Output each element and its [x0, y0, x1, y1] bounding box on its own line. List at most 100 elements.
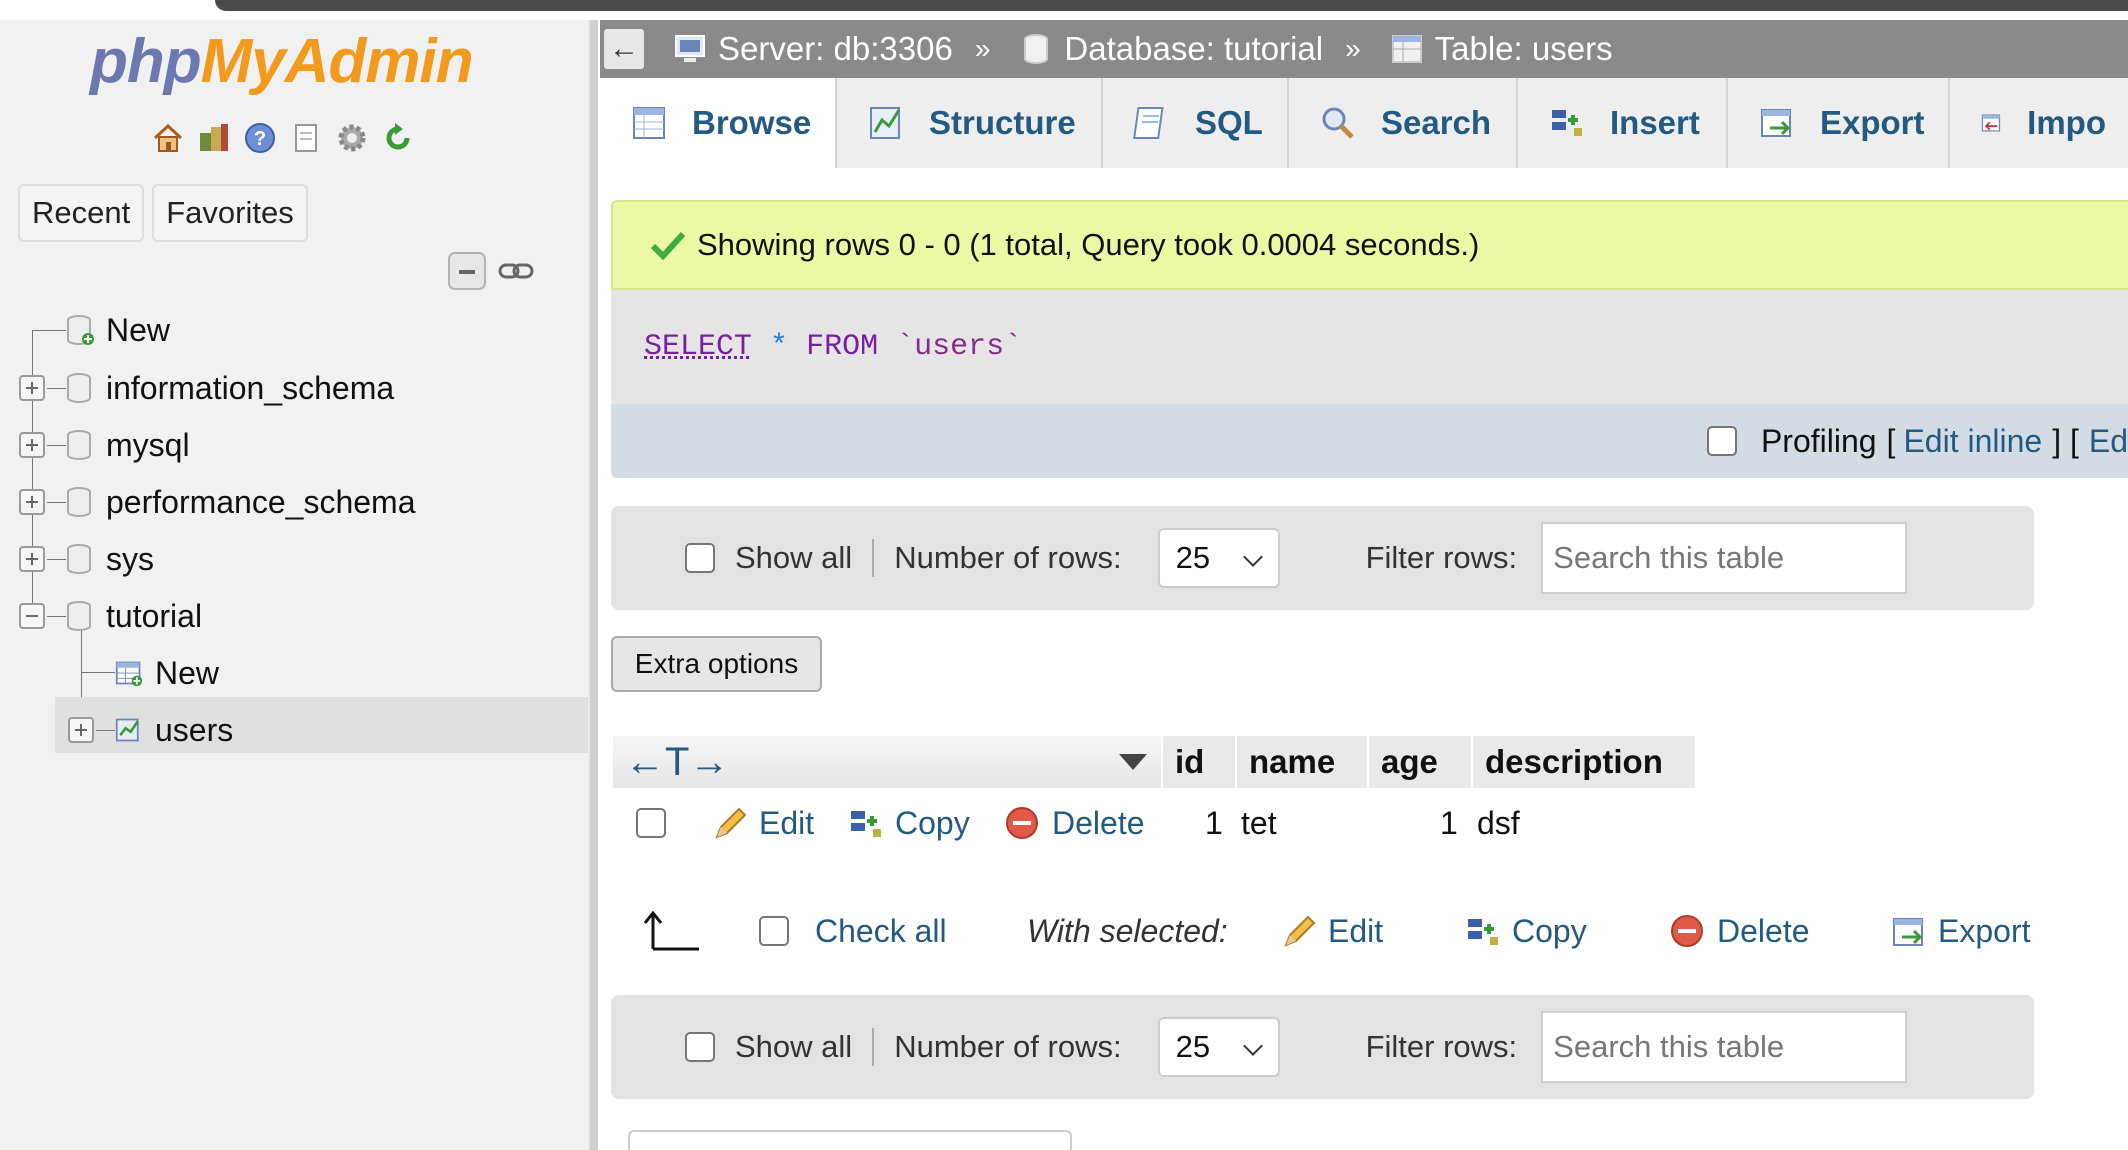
phpmyadmin-logo[interactable]: phpMyAdmin: [90, 26, 474, 97]
favorites-tab[interactable]: Favorites: [152, 184, 308, 242]
tab-import[interactable]: Impo: [1950, 78, 2128, 168]
tab-export[interactable]: Export: [1728, 78, 1950, 168]
breadcrumb-server[interactable]: Server: db:3306: [672, 30, 953, 68]
tree-item-new-table[interactable]: New: [115, 645, 219, 701]
filter-rows-label: Filter rows:: [1365, 540, 1518, 575]
tree-item-tutorial[interactable]: tutorial: [66, 588, 202, 644]
tab-structure[interactable]: Structure: [837, 78, 1103, 168]
document-icon[interactable]: [288, 120, 324, 156]
extra-options-button[interactable]: Extra options: [611, 636, 822, 692]
expand-icon[interactable]: [19, 375, 45, 401]
row-edit-button[interactable]: Edit: [711, 795, 814, 851]
svg-text:?: ?: [254, 128, 266, 150]
tree-item-information-schema[interactable]: information_schema: [66, 360, 394, 416]
bulk-delete-button[interactable]: Delete: [1669, 913, 1810, 950]
panel-resizer[interactable]: [588, 20, 598, 1150]
edit-link[interactable]: Ed: [2089, 423, 2128, 460]
table-icon: [1391, 35, 1422, 63]
home-icon[interactable]: [150, 120, 186, 156]
cell-id[interactable]: 1: [1205, 795, 1223, 851]
expand-icon[interactable]: [19, 432, 45, 458]
tab-browse[interactable]: Browse: [600, 78, 837, 168]
action-label: Edit: [1328, 912, 1384, 949]
breadcrumb-table[interactable]: Table: users: [1389, 30, 1613, 68]
tree-tools: [448, 252, 534, 290]
profiling-bar: Profiling [ Edit inline ] [ Ed: [611, 404, 2128, 478]
with-selected-label: With selected:: [1027, 912, 1228, 949]
tab-insert[interactable]: Insert: [1518, 78, 1728, 168]
rows-select-value: 25: [1175, 1029, 1211, 1064]
row-delete-button[interactable]: Delete: [1004, 795, 1145, 851]
search-icon: [1322, 107, 1354, 139]
tree-item-sys[interactable]: sys: [66, 531, 154, 587]
cell-age[interactable]: 1: [1440, 795, 1458, 851]
bulk-copy-button[interactable]: Copy: [1464, 913, 1587, 950]
help-icon[interactable]: ?: [242, 120, 278, 156]
bulk-edit-button[interactable]: Edit: [1280, 913, 1383, 950]
gear-icon[interactable]: [334, 120, 370, 156]
table-row: Edit Copy Delete 1 tet 1 dsf: [611, 795, 1611, 851]
tab-sql[interactable]: SQL: [1103, 78, 1289, 168]
tree-item-new-database[interactable]: New: [66, 302, 170, 358]
back-arrow-icon[interactable]: ←: [604, 29, 644, 69]
database-icon: [67, 601, 91, 631]
bulk-export-button[interactable]: Export: [1890, 913, 2030, 950]
reload-icon[interactable]: [380, 120, 416, 156]
check-all-link[interactable]: Check all: [815, 913, 947, 950]
tab-label: Export: [1820, 104, 1925, 141]
tree-item-users[interactable]: users: [115, 702, 233, 758]
number-of-rows-select[interactable]: 25: [1157, 1017, 1280, 1077]
breadcrumb-separator: »: [1345, 33, 1361, 64]
column-header-description[interactable]: description: [1471, 736, 1695, 788]
column-header-name[interactable]: name: [1235, 736, 1367, 788]
breadcrumb: ← Server: db:3306 » Database: tutorial »…: [600, 20, 2128, 78]
rows-navigation-bottom: Show all Number of rows: 25 Filter rows:…: [611, 995, 2034, 1099]
sql-keyword-select[interactable]: SELECT: [644, 330, 752, 364]
row-checkbox[interactable]: [636, 808, 666, 838]
browse-icon: [633, 107, 665, 139]
tree-item-label: users: [155, 711, 234, 748]
collapse-all-icon[interactable]: [448, 252, 486, 290]
column-header-id[interactable]: id: [1161, 736, 1235, 788]
tree-line: [32, 330, 33, 618]
sql-star: *: [770, 330, 789, 364]
breadcrumb-database[interactable]: Database: tutorial: [1018, 30, 1323, 68]
profiling-label: Profiling: [1760, 422, 1877, 459]
profiling-checkbox[interactable]: [1706, 426, 1737, 456]
show-all-checkbox[interactable]: [685, 543, 715, 573]
tree-item-mysql[interactable]: mysql: [66, 417, 190, 473]
expand-icon[interactable]: [19, 489, 45, 515]
show-all-label: Show all: [735, 1029, 853, 1064]
arrow-up-left-icon: [643, 910, 699, 951]
tree-item-performance-schema[interactable]: performance_schema: [66, 474, 415, 530]
row-copy-button[interactable]: Copy: [847, 795, 970, 851]
structure-icon: [870, 107, 901, 139]
cell-description[interactable]: dsf: [1477, 795, 1520, 851]
filter-rows-input[interactable]: Search this table: [1541, 522, 1908, 594]
expand-icon[interactable]: [68, 717, 94, 743]
check-all-checkbox[interactable]: [759, 916, 789, 946]
column-resize-arrows[interactable]: ←T→: [611, 736, 1161, 788]
collapse-icon[interactable]: [19, 603, 45, 629]
sql-icon: [1133, 107, 1164, 139]
tab-search[interactable]: Search: [1289, 78, 1518, 168]
bulk-actions-bar: Check all With selected: Edit Copy Delet…: [611, 903, 2031, 959]
expand-icon[interactable]: [19, 546, 45, 572]
action-label: Edit: [759, 804, 815, 841]
filter-rows-input[interactable]: Search this table: [1541, 1011, 1908, 1083]
filter-rows-label: Filter rows:: [1365, 1029, 1518, 1064]
show-all-checkbox[interactable]: [685, 1032, 715, 1062]
cell-name[interactable]: tet: [1241, 795, 1277, 851]
breadcrumb-label: Table: users: [1434, 30, 1613, 67]
sort-dropdown-icon[interactable]: [1119, 754, 1147, 770]
success-message-text: Showing rows 0 - 0 (1 total, Query took …: [697, 227, 1480, 262]
link-with-main-icon[interactable]: [498, 260, 534, 282]
delete-icon: [1006, 807, 1038, 839]
database-icon[interactable]: [196, 120, 232, 156]
column-header-age[interactable]: age: [1367, 736, 1471, 788]
edit-inline-link[interactable]: Edit inline: [1903, 423, 2042, 460]
number-of-rows-select[interactable]: 25: [1157, 528, 1280, 588]
breadcrumb-separator: »: [974, 33, 991, 64]
tree-item-label: performance_schema: [106, 483, 416, 520]
recent-tab[interactable]: Recent: [18, 184, 145, 242]
